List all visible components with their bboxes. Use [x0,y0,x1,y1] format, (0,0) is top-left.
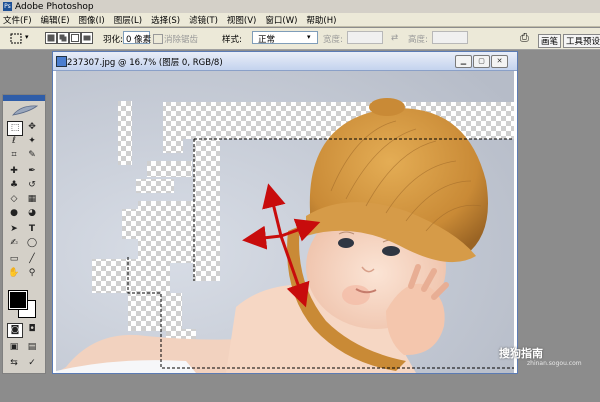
marquee-tool-icon[interactable]: ⬚ [7,121,23,136]
toolbox-handle[interactable] [3,95,45,101]
watermark-url: zhinan.sogou.com [527,360,582,367]
crop-tool-icon[interactable]: ⌗ [7,149,21,162]
screen-mode-icon[interactable]: ▣ [7,341,21,354]
menu-edit[interactable]: 编辑(E) [41,14,70,26]
image-canvas[interactable] [56,71,514,373]
menu-file[interactable]: 文件(F) [3,14,32,26]
history-brush-icon[interactable]: ↺ [25,179,39,192]
healing-brush-icon[interactable]: ✚ [7,165,21,178]
jump-to-imageready-icon[interactable]: ⇆ [7,357,21,370]
foreground-color-swatch[interactable] [9,291,27,309]
tab-tool-presets[interactable]: 工具预设 [563,34,600,48]
menu-bar: 文件(F) 编辑(E) 图像(I) 图层(L) 选择(S) 滤镜(T) 视图(V… [0,13,600,27]
photoshop-logo-icon: Ps [3,2,12,11]
marquee-preset-icon[interactable] [10,33,22,44]
close-button[interactable]: ✕ [491,55,508,68]
quickmask-icon[interactable]: ◙ [7,323,23,338]
magic-wand-tool-icon[interactable]: ✦ [25,135,39,148]
slice-tool-icon[interactable]: ✎ [25,149,39,162]
antialias-checkbox[interactable] [153,34,163,44]
eraser-tool-icon[interactable]: ◇ [7,193,21,206]
style-value: 正常 [258,35,276,45]
menu-window[interactable]: 窗口(W) [265,14,297,26]
brush-tool-icon[interactable]: ✒ [25,165,39,178]
document-icon [56,56,67,67]
height-label: 高度: [408,35,428,45]
watermark-text: 搜狗指南 [499,347,543,360]
palette-well-icon[interactable]: ⎙ [520,31,529,45]
toolbox: ⬚ ✥ ℓ ✦ ⌗ ✎ ✚ ✒ ♣ ↺ ◇ ▦ ● ◕ ➤ T ✍ ◯ ▭ ╱ … [2,94,46,374]
selection-mode-icons[interactable] [45,32,93,45]
feather-icon [12,105,39,116]
baby-photo [56,71,514,373]
zoom-tool-icon[interactable]: ⚲ [25,267,39,280]
menu-help[interactable]: 帮助(H) [306,14,336,26]
swap-icon[interactable]: ⇄ [391,33,398,43]
gradient-tool-icon[interactable]: ▦ [25,193,39,206]
width-label: 宽度: [323,35,343,45]
feather-value: 0 像素 [126,35,152,45]
antialias-label: 消除锯齿 [164,35,199,45]
height-input[interactable] [432,31,468,44]
stamp-tool-icon[interactable]: ♣ [7,179,21,192]
width-input[interactable] [347,31,383,44]
notes-tool-icon[interactable]: ▭ [7,253,21,266]
feather-label: 羽化: [103,35,123,45]
document-title: 237307.jpg @ 16.7% (图层 0, RGB/8) [67,58,223,68]
app-title: Adobe Photoshop [15,1,94,12]
menu-view[interactable]: 视图(V) [227,14,256,26]
app-titlebar: Ps Adobe Photoshop [0,0,600,13]
preset-dropdown-icon[interactable]: ▾ [25,33,29,41]
imageready-icon[interactable]: ✓ [25,357,39,370]
maximize-button[interactable]: ▢ [473,55,490,68]
menu-filter[interactable]: 滤镜(T) [189,14,218,26]
hand-tool-icon[interactable]: ✋ [7,267,21,280]
eyedropper-tool-icon[interactable]: ╱ [25,253,39,266]
screen-mode-full-icon[interactable]: ▤ [25,341,39,354]
document-titlebar[interactable]: 237307.jpg @ 16.7% (图层 0, RGB/8) ▁ ▢ ✕ [53,52,517,71]
minimize-button[interactable]: ▁ [455,55,472,68]
type-tool-icon[interactable]: T [25,223,39,236]
tab-brushes[interactable]: 画笔 [538,34,562,48]
pen-tool-icon[interactable]: ✍ [7,237,21,250]
blur-tool-icon[interactable]: ● [7,207,21,220]
style-dropdown-icon[interactable]: ▾ [307,33,311,41]
options-bar: ▾ 羽化: 0 像素 消除锯齿 样式: 正常 ▾ 宽度: ⇄ 高度: ⎙ 画笔 … [0,28,600,50]
dodge-tool-icon[interactable]: ◕ [25,207,39,220]
style-label: 样式: [222,35,242,45]
quickmask-off-icon[interactable]: ◘ [25,323,39,336]
menu-select[interactable]: 选择(S) [151,14,180,26]
path-select-icon[interactable]: ➤ [7,223,21,236]
move-tool-icon[interactable]: ✥ [25,121,39,134]
menu-image[interactable]: 图像(I) [79,14,105,26]
shape-tool-icon[interactable]: ◯ [25,237,39,250]
lasso-tool-icon[interactable]: ℓ [7,135,21,148]
menu-layer[interactable]: 图层(L) [114,14,142,26]
document-window: 237307.jpg @ 16.7% (图层 0, RGB/8) ▁ ▢ ✕ [52,51,518,374]
